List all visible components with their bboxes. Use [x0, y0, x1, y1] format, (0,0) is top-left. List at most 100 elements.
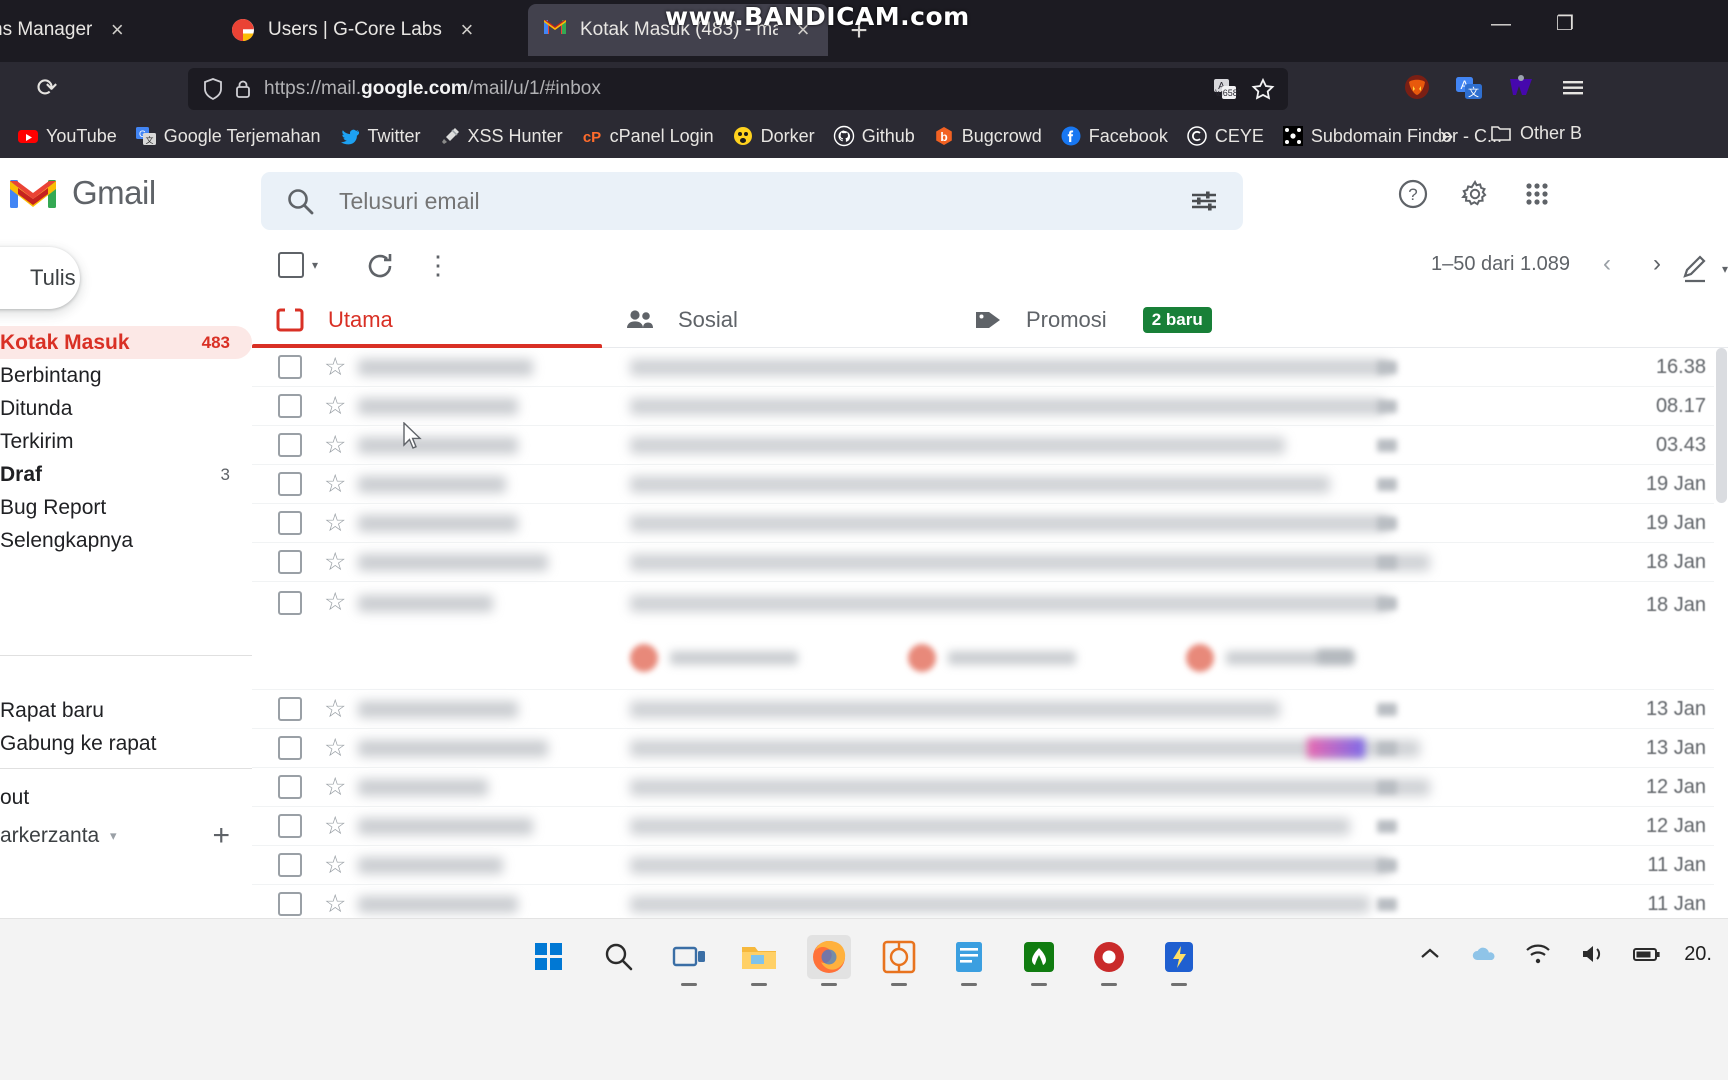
row-checkbox[interactable]: [278, 853, 302, 877]
maximize-window-button[interactable]: ❐: [1548, 14, 1582, 34]
close-icon[interactable]: ×: [454, 19, 480, 41]
sidebar-item-inbox[interactable]: Kotak Masuk 483: [0, 326, 252, 359]
cloud-icon[interactable]: [1468, 941, 1500, 967]
tab-sosial[interactable]: Sosial: [602, 292, 950, 348]
star-icon[interactable]: ☆: [324, 891, 346, 917]
sidebar-item-starred[interactable]: Berbintang: [0, 359, 252, 392]
refresh-icon[interactable]: [364, 250, 396, 282]
input-tools-group[interactable]: ▾: [1678, 252, 1728, 286]
translate-extension-icon[interactable]: A 文: [1452, 70, 1486, 104]
row-checkbox[interactable]: [278, 550, 302, 574]
bookmark-bugcrowd[interactable]: b Bugcrowd: [924, 119, 1051, 153]
table-row[interactable]: ☆ 11 Jan: [252, 846, 1728, 885]
row-checkbox[interactable]: [278, 736, 302, 760]
firefox-icon[interactable]: [807, 935, 851, 986]
table-row[interactable]: ☆ 16.38: [252, 348, 1728, 387]
row-checkbox[interactable]: [278, 355, 302, 379]
star-icon[interactable]: ☆: [324, 471, 346, 497]
star-icon[interactable]: ☆: [324, 393, 346, 419]
table-row[interactable]: ☆ 12 Jan: [252, 768, 1728, 807]
table-row[interactable]: ☆ 18 Jan: [252, 543, 1728, 582]
row-checkbox[interactable]: [278, 591, 302, 615]
table-row[interactable]: ☆ 08.17: [252, 387, 1728, 426]
foxyproxy-icon[interactable]: [1400, 70, 1434, 104]
table-row[interactable]: ☆ 13 Jan: [252, 729, 1728, 768]
sidebar-hangouts-account[interactable]: arkerzanta ▾ +: [0, 814, 252, 858]
chevron-down-icon[interactable]: ▾: [1722, 262, 1728, 276]
chevron-up-icon[interactable]: [1414, 941, 1446, 967]
row-checkbox[interactable]: [278, 433, 302, 457]
other-bookmarks-folder[interactable]: Other B: [1490, 122, 1582, 144]
bookmark-subdomain-finder[interactable]: Subdomain Finder - C...: [1273, 119, 1511, 153]
volume-icon[interactable]: [1576, 941, 1608, 967]
star-icon[interactable]: ☆: [324, 735, 346, 761]
xbox-icon[interactable]: [1017, 935, 1061, 986]
star-icon[interactable]: ☆: [324, 774, 346, 800]
star-icon[interactable]: ☆: [324, 696, 346, 722]
file-explorer-icon[interactable]: [737, 935, 781, 986]
sidebar-item-join-meeting[interactable]: Gabung ke rapat: [0, 727, 252, 760]
gmail-logo-group[interactable]: Gmail: [8, 174, 156, 212]
bookmark-ceye[interactable]: CEYE: [1177, 119, 1273, 153]
previous-page-button[interactable]: ‹: [1594, 250, 1620, 278]
list-item[interactable]: [630, 644, 798, 672]
row-checkbox[interactable]: [278, 892, 302, 916]
select-all-checkbox[interactable]: [278, 252, 304, 278]
table-row[interactable]: ☆ 12 Jan: [252, 807, 1728, 846]
flash-app-icon[interactable]: [1157, 935, 1201, 986]
browser-tab-1[interactable]: ns Manager ×: [0, 4, 200, 56]
bookmark-cpanel-login[interactable]: cP cPanel Login: [572, 119, 723, 153]
bookmark-dorker[interactable]: Dorker: [723, 119, 824, 153]
burp-suite-icon[interactable]: [877, 935, 921, 986]
row-checkbox[interactable]: [278, 472, 302, 496]
star-icon[interactable]: ☆: [324, 549, 346, 575]
lock-icon[interactable]: [228, 74, 258, 104]
row-checkbox[interactable]: [278, 394, 302, 418]
search-input[interactable]: [339, 187, 1187, 215]
row-checkbox[interactable]: [278, 697, 302, 721]
help-icon[interactable]: ?: [1395, 176, 1431, 212]
pencil-edit-icon[interactable]: [1678, 252, 1712, 286]
row-checkbox[interactable]: [278, 814, 302, 838]
email-list-scrollbar[interactable]: ▲: [1714, 348, 1728, 918]
star-icon[interactable]: ☆: [324, 432, 346, 458]
add-contact-button[interactable]: +: [212, 821, 230, 851]
compose-button[interactable]: Tulis: [0, 247, 80, 309]
browser-tab-2[interactable]: Users | G-Core Labs ×: [216, 4, 521, 56]
list-item[interactable]: [908, 644, 1076, 672]
bookmark-youtube[interactable]: YouTube: [8, 119, 126, 153]
close-icon[interactable]: ×: [104, 19, 130, 41]
table-row[interactable]: ☆ 13 Jan: [252, 690, 1728, 729]
search-bar[interactable]: [261, 172, 1243, 230]
table-row[interactable]: ☆ 19 Jan: [252, 465, 1728, 504]
apps-grid-icon[interactable]: [1519, 176, 1555, 212]
table-row[interactable]: ☆ 18 Jan: [252, 582, 1728, 690]
menu-icon[interactable]: [1556, 70, 1590, 104]
table-row[interactable]: ☆ 19 Jan: [252, 504, 1728, 543]
star-icon[interactable]: ☆: [324, 354, 346, 380]
bookmark-xss-hunter[interactable]: XSS Hunter: [430, 119, 572, 153]
row-checkbox[interactable]: [278, 775, 302, 799]
battery-icon[interactable]: [1630, 941, 1662, 967]
start-windows-icon[interactable]: [527, 935, 571, 979]
tune-icon[interactable]: [1187, 184, 1221, 218]
bookmark-star-icon[interactable]: [1248, 74, 1278, 104]
bookmark-google-terjemahan[interactable]: G文 Google Terjemahan: [126, 119, 330, 153]
wifi-icon[interactable]: [1522, 941, 1554, 967]
bookmark-facebook[interactable]: Facebook: [1051, 119, 1177, 153]
search-icon[interactable]: [597, 935, 641, 979]
star-icon[interactable]: ☆: [324, 590, 346, 615]
star-icon[interactable]: ☆: [324, 852, 346, 878]
sidebar-item-more[interactable]: Selengkapnya: [0, 524, 252, 557]
sidebar-item-drafts[interactable]: Draf 3: [0, 458, 252, 491]
task-view-icon[interactable]: [667, 935, 711, 986]
sidebar-item-new-meeting[interactable]: Rapat baru: [0, 694, 252, 727]
table-row[interactable]: ☆ 03.43: [252, 426, 1728, 465]
sidebar-item-bug-report[interactable]: Bug Report: [0, 491, 252, 524]
reload-icon[interactable]: ⟳: [32, 73, 62, 103]
wappalyzer-icon[interactable]: [1504, 70, 1538, 104]
translate-icon[interactable]: A \u6587: [1210, 74, 1240, 104]
bandicam-record-icon[interactable]: [1087, 935, 1131, 986]
select-all-group[interactable]: ▾: [278, 252, 318, 278]
search-icon[interactable]: [283, 184, 317, 218]
